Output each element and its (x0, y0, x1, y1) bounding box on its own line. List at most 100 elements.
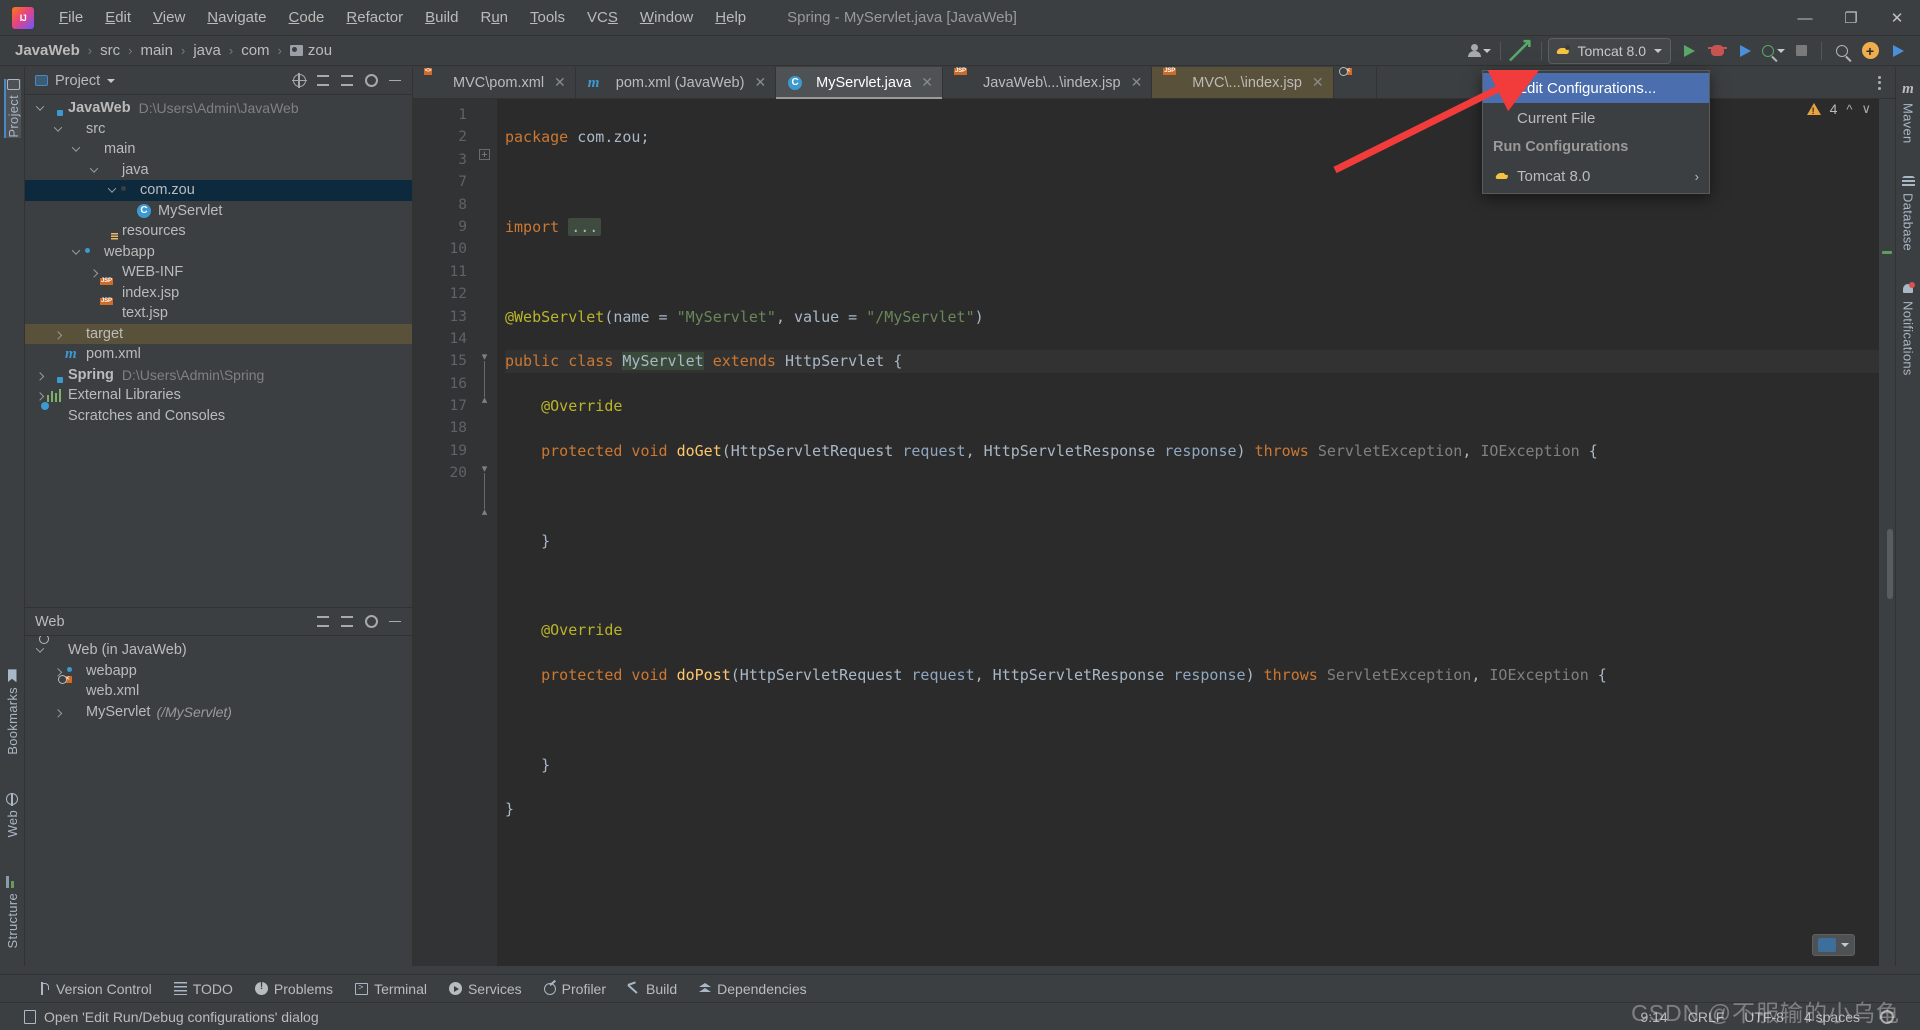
tool-window-button-database[interactable]: Database (1901, 175, 1916, 251)
menu-run[interactable]: Run (469, 5, 519, 30)
editor-fold-column[interactable]: + ▾ ▴ ▾ ▴ (475, 99, 497, 966)
tool-window-button-structure[interactable]: Structure (5, 875, 20, 948)
chevron-down-icon[interactable] (69, 142, 83, 156)
tree-node-myservlet[interactable]: C MyServlet (25, 201, 412, 222)
gutter-line-number[interactable]: 10 (413, 238, 475, 260)
fold-expand-import-icon[interactable]: + (479, 149, 490, 161)
editor-tab-myservlet-java[interactable]: C MyServlet.java ✕ (776, 67, 943, 99)
editor-tab-pom-xml-javaweb-[interactable]: m pom.xml (JavaWeb) ✕ (576, 67, 777, 98)
menu-vcs[interactable]: VCS (576, 5, 629, 30)
editor-tab-javaweb-index-jsp[interactable]: JavaWeb\...\index.jsp ✕ (943, 67, 1153, 98)
next-problem-button[interactable]: ∨ (1861, 101, 1871, 117)
fold-end-doget-icon[interactable]: ▴ (479, 394, 490, 406)
folded-imports-placeholder[interactable]: ... (568, 218, 602, 236)
close-tab-icon[interactable]: ✕ (754, 74, 766, 91)
chevron-right-icon[interactable] (33, 388, 47, 402)
stop-button[interactable] (1787, 38, 1815, 64)
menu-build[interactable]: Build (414, 5, 469, 30)
close-tab-icon[interactable]: ✕ (554, 74, 566, 91)
bottom-tool-terminal[interactable]: Terminal (344, 978, 438, 1000)
breadcrumb-item-zou[interactable]: zou (287, 41, 335, 60)
menu-navigate[interactable]: Navigate (196, 5, 277, 30)
update-project-button[interactable]: ⟶ (1502, 32, 1540, 70)
bottom-tool-problems[interactable]: Problems (244, 978, 344, 1000)
menu-refactor[interactable]: Refactor (335, 5, 414, 30)
tree-node-text-jsp[interactable]: text.jsp (25, 303, 412, 324)
menu-item-current-file[interactable]: Current File (1483, 103, 1709, 133)
web-hide-button[interactable] (384, 611, 406, 633)
chevron-down-icon[interactable] (87, 163, 101, 177)
chevron-down-icon[interactable] (105, 183, 119, 197)
close-tab-icon[interactable]: ✕ (1312, 74, 1324, 91)
run-with-coverage-button[interactable] (1731, 38, 1759, 64)
tree-node-javaweb[interactable]: JavaWeb D:\Users\Admin\JavaWeb (25, 98, 412, 119)
gutter-line-number[interactable]: 13 (413, 306, 475, 328)
tree-node-pom-xml[interactable]: m pom.xml (25, 344, 412, 365)
chevron-right-icon[interactable] (51, 327, 65, 341)
breadcrumb-item-main[interactable]: main (137, 41, 176, 60)
gutter-line-number[interactable]: 9 (413, 216, 475, 238)
tree-node-index-jsp[interactable]: index.jsp (25, 283, 412, 304)
code-editor[interactable]: 1 2 3 7 8 9 10 11 12 13 14 15 16 17 18 19 20 + ▾ ▴ ▾ ▴ p… (413, 99, 1895, 966)
menu-file[interactable]: File (48, 5, 94, 30)
chevron-down-icon[interactable] (51, 122, 65, 136)
gutter-line-number[interactable]: 18 (413, 417, 475, 439)
chevron-down-icon[interactable] (107, 78, 116, 83)
editor-tab-mvc-pom-xml[interactable]: MVC\pom.xml ✕ (413, 67, 576, 98)
bottom-tool-todo[interactable]: TODO (163, 978, 244, 1000)
chevron-down-icon[interactable] (33, 643, 47, 657)
bottom-tool-build[interactable]: Build (617, 978, 688, 1000)
gutter-line-number[interactable]: 15 (413, 350, 475, 372)
tree-node-com-zou[interactable]: com.zou (25, 180, 412, 201)
debug-button[interactable] (1703, 38, 1731, 64)
breadcrumb-item-src[interactable]: src (97, 41, 123, 60)
gutter-line-number[interactable]: 14 (413, 328, 475, 350)
menu-edit[interactable]: Edit (94, 5, 142, 30)
web-settings-button[interactable] (360, 611, 382, 633)
panel-settings-button[interactable] (360, 70, 382, 92)
web-tree-node-web-xml[interactable]: web.xml (25, 681, 412, 702)
collapse-all-button[interactable] (336, 70, 358, 92)
gutter-line-number[interactable]: 2 (413, 126, 475, 148)
editor-scrollbar-thumb[interactable] (1887, 529, 1893, 599)
chevron-down-icon[interactable] (33, 101, 47, 115)
breadcrumb-item-javaweb[interactable]: JavaWeb (12, 41, 83, 60)
close-tab-icon[interactable]: ✕ (1131, 74, 1143, 91)
gutter-line-number[interactable]: 8 (413, 194, 475, 216)
tree-node-resources[interactable]: resources (25, 221, 412, 242)
tree-node-web-inf[interactable]: WEB-INF (25, 262, 412, 283)
menu-window[interactable]: Window (629, 5, 704, 30)
run-configuration-selector[interactable]: Tomcat 8.0 (1547, 37, 1671, 64)
tree-node-external-libraries[interactable]: External Libraries (25, 385, 412, 406)
menu-item-edit-configurations[interactable]: Edit Configurations... (1483, 73, 1709, 103)
tree-node-scratches-and-consoles[interactable]: Scratches and Consoles (25, 406, 412, 427)
tree-node-java[interactable]: java (25, 160, 412, 181)
chevron-down-icon[interactable] (69, 245, 83, 259)
web-expand-all-button[interactable] (312, 611, 334, 633)
close-button[interactable]: ✕ (1874, 0, 1920, 36)
gutter-line-number[interactable]: 17 (413, 395, 475, 417)
gutter-line-number[interactable]: 16 (413, 373, 475, 395)
menu-help[interactable]: Help (704, 5, 757, 30)
close-tab-icon[interactable]: ✕ (921, 74, 933, 91)
minimize-button[interactable]: — (1782, 0, 1828, 36)
chevron-right-icon[interactable] (33, 368, 47, 382)
tree-node-spring[interactable]: Spring D:\Users\Admin\Spring (25, 365, 412, 386)
chevron-right-icon[interactable] (51, 705, 65, 719)
editor-gutter[interactable]: 1 2 3 7 8 9 10 11 12 13 14 15 16 17 18 19 20 (413, 99, 475, 966)
tool-window-button-maven[interactable]: m Maven (1901, 81, 1916, 144)
gutter-line-number[interactable]: 3 (413, 149, 475, 171)
code-content[interactable]: package com.zou; import ... @WebServlet(… (497, 99, 1879, 966)
web-tree-node-web-in-javaweb-[interactable]: Web (in JavaWeb) (25, 640, 412, 661)
menu-tools[interactable]: Tools (519, 5, 576, 30)
gutter-line-number[interactable]: 19 (413, 440, 475, 462)
menu-code[interactable]: Code (278, 5, 336, 30)
web-collapse-all-button[interactable] (336, 611, 358, 633)
chevron-right-icon[interactable] (87, 265, 101, 279)
more-run-options-button[interactable] (1759, 38, 1787, 64)
tool-window-button-bookmarks[interactable]: Bookmarks (5, 669, 20, 755)
editor-mode-widget[interactable] (1812, 934, 1855, 956)
gutter-line-number[interactable]: 20 (413, 462, 475, 484)
bottom-tool-version-control[interactable]: Version Control (28, 978, 163, 1000)
web-tree-node-myservlet[interactable]: MyServlet (/MyServlet) (25, 702, 412, 723)
